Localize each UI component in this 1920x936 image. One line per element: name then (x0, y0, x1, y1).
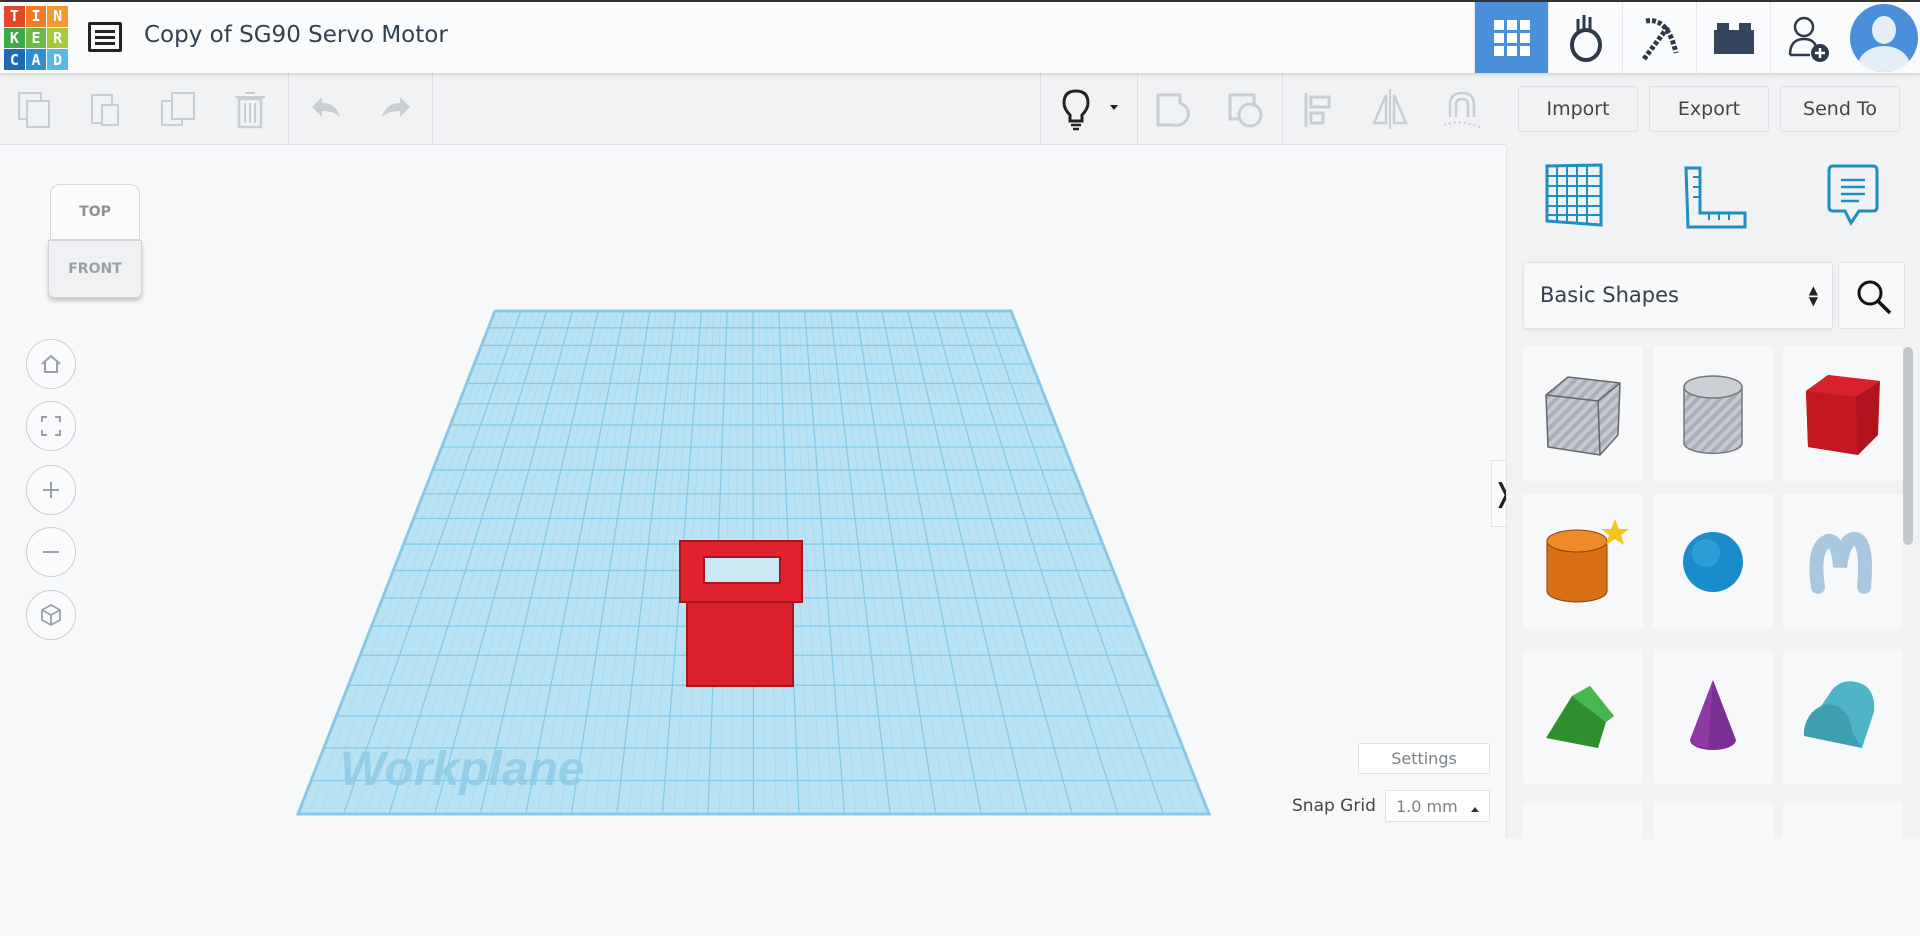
caret-up-icon (1471, 803, 1479, 812)
redo-icon[interactable] (376, 89, 416, 129)
logo-letter: R (47, 27, 68, 49)
shape-box-hole[interactable] (1523, 346, 1643, 481)
export-button[interactable]: Export (1649, 86, 1769, 132)
brick-icon[interactable] (1696, 2, 1770, 73)
mirror-icon[interactable] (1370, 89, 1410, 129)
dropdown-caret-icon[interactable] (1110, 105, 1118, 114)
shape-box[interactable] (1783, 346, 1903, 481)
shape-sphere[interactable] (1653, 494, 1773, 629)
shape-scribble[interactable] (1783, 494, 1903, 629)
logo-letter: I (25, 6, 47, 27)
workplane-tool-icon[interactable] (1543, 163, 1605, 231)
cylinder-hole-icon (1683, 374, 1743, 454)
cone-icon (1690, 679, 1736, 750)
copy-icon[interactable] (15, 89, 55, 129)
import-button[interactable]: Import (1518, 86, 1638, 132)
roof-icon (1546, 685, 1614, 748)
workplane[interactable]: Workplane (0, 145, 1506, 839)
user-avatar[interactable] (1850, 4, 1918, 72)
notes-icon[interactable] (1827, 163, 1879, 233)
codeblocks-hand-icon[interactable] (1548, 2, 1622, 73)
shape-cylinder[interactable] (1523, 494, 1643, 629)
tinkercad-logo[interactable]: TIN KER CAD (4, 6, 68, 70)
shape-roof[interactable] (1523, 649, 1643, 784)
shape-cone[interactable] (1653, 649, 1773, 784)
design-list-icon[interactable] (88, 22, 122, 52)
divider (1040, 73, 1041, 145)
shape-tile[interactable] (1523, 801, 1643, 936)
logo-letter: K (4, 27, 25, 49)
shape-search-button[interactable] (1838, 262, 1905, 329)
box-icon (1806, 374, 1880, 455)
shape-category-select[interactable]: Basic Shapes ▲ ▼ (1523, 262, 1833, 329)
divider (432, 73, 433, 145)
align-icon[interactable] (1300, 89, 1340, 129)
cylinder-icon (1546, 518, 1629, 602)
shape-grid (1523, 346, 1905, 936)
box-hole-icon (1545, 375, 1621, 456)
workplane-label: Workplane (340, 743, 585, 796)
search-icon (1857, 280, 1892, 315)
header-bar: TIN KER CAD Copy of SG90 Servo Motor (0, 0, 1920, 73)
lightbulb-icon[interactable] (1056, 89, 1096, 131)
servo-frame-object[interactable] (679, 540, 803, 687)
edit-toolbar (0, 73, 1506, 145)
snap-grid-select[interactable]: 1.0 mm (1385, 790, 1490, 822)
send-to-button[interactable]: Send To (1780, 86, 1900, 132)
shape-category-value: Basic Shapes (1540, 283, 1679, 307)
logo-letter: T (4, 6, 25, 27)
divider (288, 73, 289, 145)
logo-letter: E (25, 27, 47, 49)
design-title[interactable]: Copy of SG90 Servo Motor (144, 22, 448, 48)
shape-round-roof[interactable] (1783, 649, 1903, 784)
shape-tile[interactable] (1783, 801, 1903, 936)
logo-letter: C (4, 49, 25, 70)
round-roof-icon (1804, 680, 1875, 748)
settings-button[interactable]: Settings (1358, 743, 1490, 774)
duplicate-icon[interactable] (158, 89, 198, 129)
3d-design-grid-icon[interactable] (1474, 2, 1548, 73)
ungroup-icon[interactable] (1226, 89, 1266, 129)
ruler-icon[interactable] (1683, 165, 1749, 233)
shape-cylinder-hole[interactable] (1653, 346, 1773, 481)
snap-grid-label: Snap Grid (1292, 796, 1376, 816)
shape-tile[interactable] (1653, 801, 1773, 936)
paste-icon[interactable] (86, 89, 126, 129)
shapes-panel: Basic Shapes ▲ ▼ (1506, 145, 1920, 936)
panel-scrollbar[interactable] (1903, 347, 1913, 545)
logo-letter: A (25, 49, 47, 70)
logo-letter: N (47, 6, 68, 27)
group-icon[interactable] (1154, 89, 1194, 129)
divider (1137, 73, 1138, 145)
snap-grid-value: 1.0 mm (1396, 797, 1458, 816)
logo-letter: D (47, 49, 68, 70)
divider (1282, 73, 1283, 145)
action-buttons: Import Export Send To (1506, 73, 1920, 145)
scribble-icon (1809, 531, 1872, 594)
invite-user-icon[interactable] (1770, 2, 1844, 73)
cruise-magnet-icon[interactable] (1440, 89, 1480, 129)
sphere-icon (1683, 531, 1743, 592)
select-updown-icon: ▲ ▼ (1808, 283, 1818, 308)
undo-icon[interactable] (306, 89, 346, 129)
pickaxe-icon[interactable] (1622, 2, 1696, 73)
delete-icon[interactable] (231, 89, 271, 129)
